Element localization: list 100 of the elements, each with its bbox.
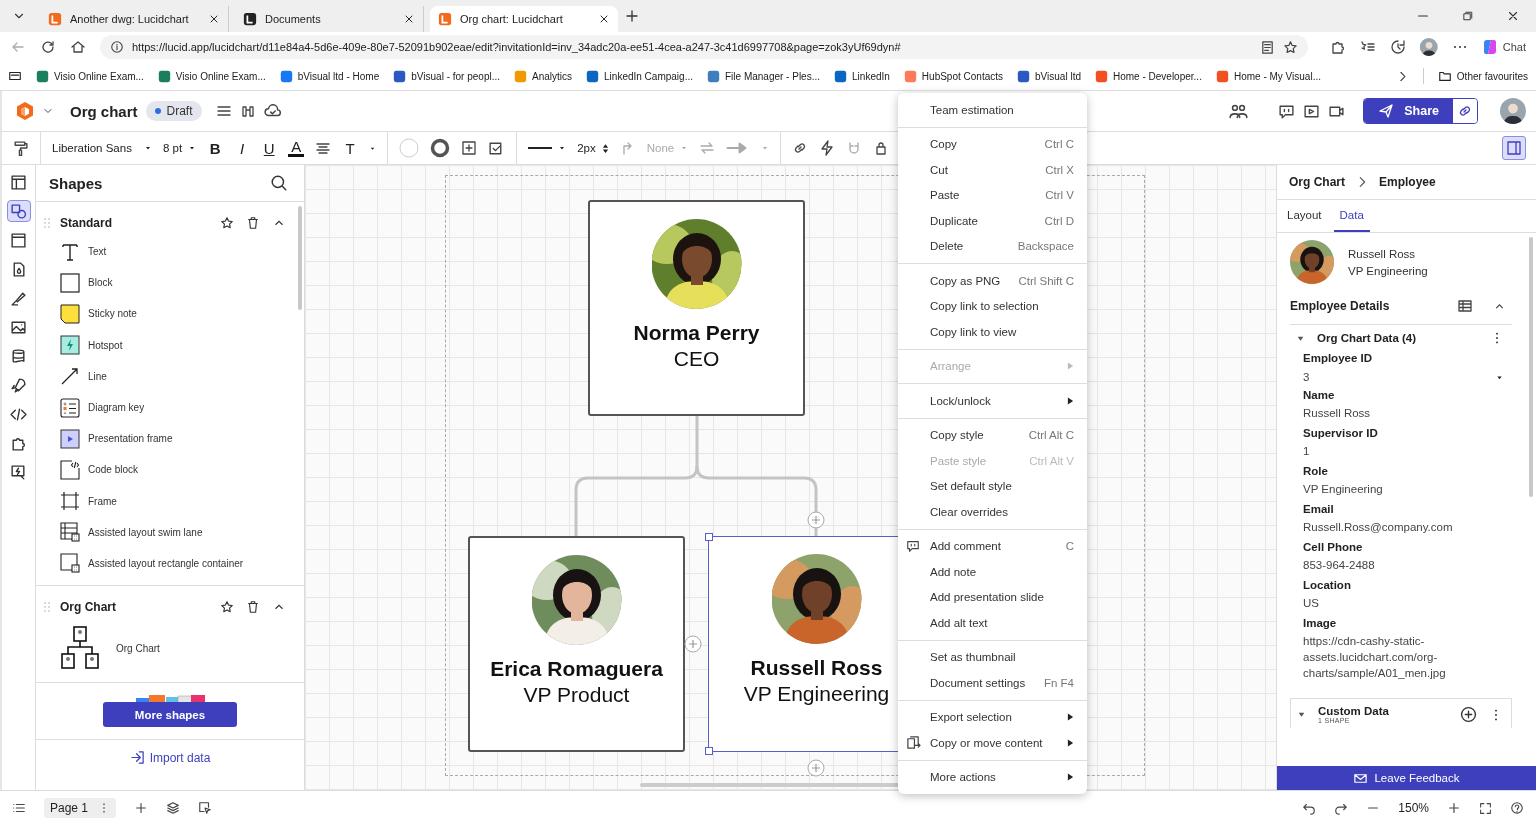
bookmark-link[interactable]: Visio Online Exam...: [157, 69, 266, 83]
menu-item[interactable]: Copy style Ctrl Alt C: [898, 422, 1087, 448]
shape-item[interactable]: Sticky note: [36, 298, 304, 330]
table-icon[interactable]: [1457, 298, 1473, 314]
plus-icon[interactable]: [134, 801, 149, 815]
browser-tab[interactable]: Documents: [235, 6, 424, 32]
plus-icon[interactable]: [624, 8, 640, 24]
binoculars-icon[interactable]: [239, 103, 256, 119]
menu-item[interactable]: Cut Ctrl X: [898, 157, 1087, 183]
shape-item[interactable]: Diagram key: [36, 391, 304, 424]
avatar-icon[interactable]: [1500, 98, 1526, 124]
bookmark-link[interactable]: Visio Online Exam...: [36, 69, 144, 83]
shape-item[interactable]: Block: [36, 267, 304, 299]
font-size-dropdown[interactable]: 8 pt: [163, 142, 197, 154]
drag-handle-icon[interactable]: [44, 218, 50, 228]
menu-item[interactable]: Paste Ctrl V: [898, 182, 1087, 208]
logo-icon[interactable]: [16, 101, 34, 121]
sidebar-button[interactable]: [6, 200, 31, 222]
shape-item[interactable]: Presentation frame: [36, 423, 304, 455]
scrollbar-thumb[interactable]: [1529, 237, 1533, 497]
zoom-in-icon[interactable]: [1447, 801, 1461, 815]
layers-icon[interactable]: [166, 801, 181, 815]
bookmark-link[interactable]: LinkedIn: [834, 69, 890, 83]
menu-item[interactable]: Set default style: [898, 473, 1087, 499]
shape-item[interactable]: Code block: [36, 454, 304, 486]
star-icon[interactable]: [1282, 39, 1298, 55]
close-icon[interactable]: [598, 13, 610, 25]
add-icon[interactable]: [1460, 706, 1477, 723]
page-tab[interactable]: Page 1: [44, 798, 117, 818]
bookmark-link[interactable]: Home - My Visual...: [1215, 69, 1321, 83]
history-icon[interactable]: [1389, 39, 1406, 55]
align-icon[interactable]: [315, 140, 332, 156]
undo-icon[interactable]: [1302, 801, 1317, 815]
bookmark-link[interactable]: bVisual ltd - Home: [279, 69, 380, 83]
add-node-button[interactable]: [807, 511, 825, 529]
search-icon[interactable]: [270, 174, 288, 192]
add-node-button[interactable]: [807, 759, 825, 777]
menu-item[interactable]: Clear overrides: [898, 499, 1087, 525]
status-pill[interactable]: Draft: [145, 101, 202, 121]
menu-item[interactable]: Team estimation: [898, 97, 1087, 123]
shape-item[interactable]: Text: [36, 236, 304, 268]
panel-tab[interactable]: Data: [1333, 200, 1370, 232]
menu-item[interactable]: Copy link to selection: [898, 293, 1087, 319]
shape-item[interactable]: Org Chart: [36, 620, 304, 677]
menu-icon[interactable]: [215, 103, 232, 119]
shape-item[interactable]: Frame: [36, 485, 304, 517]
bookmark-link[interactable]: LinkedIn Campaig...: [586, 69, 693, 83]
frame-icon[interactable]: [461, 140, 478, 156]
add-node-button[interactable]: [684, 635, 702, 653]
restore-icon[interactable]: [1462, 10, 1474, 22]
document-title[interactable]: Org chart: [70, 102, 138, 120]
comment-icon[interactable]: [1278, 102, 1296, 120]
breadcrumb-link[interactable]: Org Chart: [1289, 175, 1345, 189]
line-width-field[interactable]: 2px: [577, 142, 609, 154]
org-chart-card[interactable]: Erica Romaguera VP Product: [468, 536, 685, 752]
help-icon[interactable]: [1510, 801, 1524, 815]
list-icon[interactable]: [12, 801, 26, 815]
home-icon[interactable]: [70, 39, 86, 55]
menu-item[interactable]: Delete Backspace: [898, 233, 1087, 259]
close-icon[interactable]: [403, 13, 415, 25]
trash-icon[interactable]: [246, 600, 260, 615]
line-style-dropdown[interactable]: [528, 144, 567, 152]
scrollbar-thumb[interactable]: [298, 206, 302, 310]
format-button[interactable]: I: [234, 139, 251, 157]
share-button[interactable]: Share: [1364, 99, 1453, 123]
reload-icon[interactable]: [40, 39, 56, 55]
menu-item[interactable]: Copy Ctrl C: [898, 131, 1087, 157]
bookmark-link[interactable]: Analytics: [514, 69, 573, 83]
feedback-button[interactable]: Leave Feedback: [1277, 766, 1536, 790]
bookmark-link[interactable]: HubSpot Contacts: [903, 69, 1003, 83]
format-button[interactable]: B: [207, 139, 224, 157]
format-button[interactable]: A: [288, 139, 305, 157]
address-field[interactable]: https://lucid.app/lucidchart/d11e84a4-5d6e-409e-80e7-52091b902eae/edit?invitationId=inv_34adc20a-ee51-4cea-a247-3c41d6997708&page=zok3yUf69dyn#: [100, 35, 1308, 59]
avatar-icon[interactable]: [1419, 38, 1438, 56]
shape-item[interactable]: Line: [36, 360, 304, 392]
star-icon[interactable]: [220, 600, 234, 615]
menu-item[interactable]: Lock/unlock: [898, 388, 1087, 414]
menu-item[interactable]: More actions: [898, 764, 1087, 790]
bookmark-link[interactable]: bVisual ltd: [1017, 69, 1081, 83]
more-shapes-button[interactable]: More shapes: [103, 702, 237, 728]
format-button[interactable]: T: [342, 139, 359, 157]
close-icon[interactable]: [208, 13, 220, 25]
menu-item[interactable]: Duplicate Ctrl D: [898, 208, 1087, 234]
fullscreen-icon[interactable]: [1479, 801, 1492, 815]
fill-color-icon[interactable]: [399, 138, 420, 158]
resize-handle[interactable]: [705, 533, 713, 541]
redo-icon[interactable]: [1334, 801, 1349, 815]
play-icon[interactable]: [1303, 102, 1321, 120]
browser-tab[interactable]: Another dwg: Lucidchart: [40, 6, 229, 32]
shape-item[interactable]: Assisted layout swim lane: [36, 516, 304, 548]
select-icon[interactable]: [198, 801, 213, 815]
bookmark-link[interactable]: bVisual - for peopl...: [393, 69, 500, 83]
browser-tab[interactable]: Org chart: Lucidchart: [430, 6, 618, 32]
shape-item[interactable]: Assisted layout rectangle container: [36, 547, 304, 580]
trash-icon[interactable]: [246, 216, 260, 230]
menu-item[interactable]: Copy link to view: [898, 319, 1087, 345]
puzzle-icon[interactable]: [1329, 39, 1346, 55]
org-chart-card[interactable]: Norma Perry CEO: [588, 200, 805, 416]
format-button[interactable]: U: [261, 139, 278, 157]
star-icon[interactable]: [220, 216, 234, 230]
